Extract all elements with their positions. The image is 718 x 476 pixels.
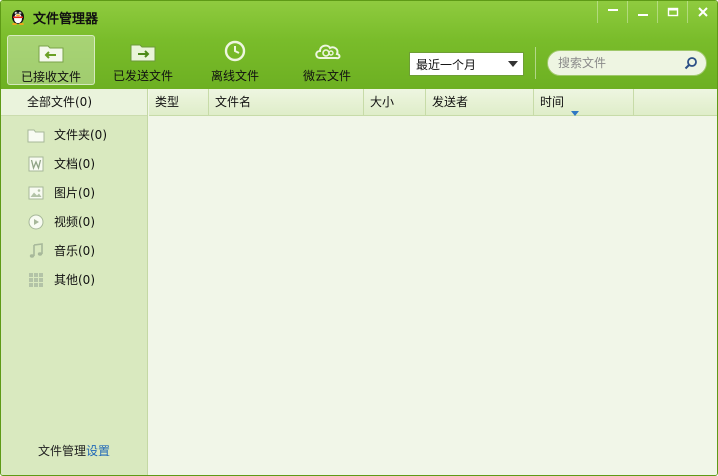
file-management-text: 文件管理: [37, 444, 86, 458]
category-sidebar: 全部文件(0) 文件夹(0) 文档(0) 图片(0) 视频(0) 音乐(0) 其…: [1, 89, 148, 475]
weiyun-cloud-icon: [313, 39, 341, 63]
sidebar-item-label: 文档(0): [54, 157, 95, 171]
sidebar-item-videos[interactable]: 视频(0): [1, 207, 147, 236]
sidebar-item-label: 视频(0): [54, 215, 95, 229]
sidebar-item-folders[interactable]: 文件夹(0): [1, 120, 147, 149]
sidebar-item-images[interactable]: 图片(0): [1, 178, 147, 207]
other-grid-icon: [27, 271, 45, 289]
search-icon[interactable]: [684, 56, 698, 70]
window-controls: [597, 1, 717, 23]
column-header-time-label: 时间: [540, 95, 565, 109]
settings-link[interactable]: 设置: [86, 444, 110, 458]
column-header-filename[interactable]: 文件名: [209, 89, 364, 116]
menu-bar-icon: [607, 7, 619, 17]
sent-files-button[interactable]: 已发送文件: [99, 35, 187, 85]
minimize-button[interactable]: [627, 1, 657, 23]
title-toolbar-area: 文件管理器 已接收文件 已发送文件 离线文件 微云文件 最近一个月 搜索文件: [1, 1, 717, 89]
file-list-area: 类型 文件名 大小 发送者 时间: [149, 89, 717, 475]
folder-icon: [27, 126, 45, 144]
search-input[interactable]: [558, 55, 676, 71]
chevron-down-icon: [503, 61, 523, 67]
sent-files-label: 已发送文件: [112, 69, 173, 83]
offline-files-label: 离线文件: [210, 69, 259, 83]
close-icon: [697, 6, 709, 18]
column-header-time[interactable]: 时间: [534, 89, 634, 116]
sidebar-item-label: 文件夹(0): [54, 128, 107, 142]
video-icon: [27, 213, 45, 231]
menu-button[interactable]: [597, 1, 627, 23]
image-icon: [27, 184, 45, 202]
maximize-icon: [667, 7, 679, 17]
sidebar-item-label: 图片(0): [54, 186, 95, 200]
received-files-label: 已接收文件: [20, 70, 81, 84]
offline-files-button[interactable]: 离线文件: [191, 35, 279, 85]
sidebar-item-other[interactable]: 其他(0): [1, 265, 147, 294]
sidebar-item-all-files[interactable]: 全部文件(0): [1, 89, 147, 116]
sent-folder-icon: [129, 39, 157, 63]
maximize-button[interactable]: [657, 1, 687, 23]
weiyun-files-label: 微云文件: [302, 69, 351, 83]
time-range-select[interactable]: 最近一个月: [409, 52, 524, 76]
sidebar-item-label: 音乐(0): [54, 244, 95, 258]
column-header-type[interactable]: 类型: [149, 89, 209, 116]
received-folder-icon: [37, 40, 65, 64]
sidebar-item-documents[interactable]: 文档(0): [1, 149, 147, 178]
search-box: [547, 50, 707, 76]
offline-clock-icon: [221, 39, 249, 63]
sidebar-item-music[interactable]: 音乐(0): [1, 236, 147, 265]
sort-descending-icon: [571, 99, 579, 126]
document-icon: [27, 155, 45, 173]
category-list: 文件夹(0) 文档(0) 图片(0) 视频(0) 音乐(0) 其他(0): [1, 116, 147, 294]
minimize-icon: [637, 7, 649, 17]
time-range-value: 最近一个月: [416, 57, 477, 72]
window-title: 文件管理器: [33, 12, 99, 27]
column-header-extra: [634, 89, 717, 116]
music-icon: [27, 242, 45, 260]
qq-penguin-icon: [9, 7, 27, 25]
file-table-header: 类型 文件名 大小 发送者 时间: [149, 89, 717, 116]
toolbar-divider: [535, 47, 536, 79]
received-files-button[interactable]: 已接收文件: [7, 35, 95, 85]
sidebar-item-label: 其他(0): [54, 273, 95, 287]
weiyun-files-button[interactable]: 微云文件: [283, 35, 371, 85]
sidebar-footer: 文件管理设置: [1, 442, 147, 459]
column-header-sender[interactable]: 发送者: [426, 89, 534, 116]
column-header-size[interactable]: 大小: [364, 89, 426, 116]
file-manager-window: 文件管理器 已接收文件 已发送文件 离线文件 微云文件 最近一个月 搜索文件 全…: [0, 0, 718, 476]
main-toolbar: 已接收文件 已发送文件 离线文件 微云文件: [7, 35, 375, 85]
close-button[interactable]: [687, 1, 717, 23]
